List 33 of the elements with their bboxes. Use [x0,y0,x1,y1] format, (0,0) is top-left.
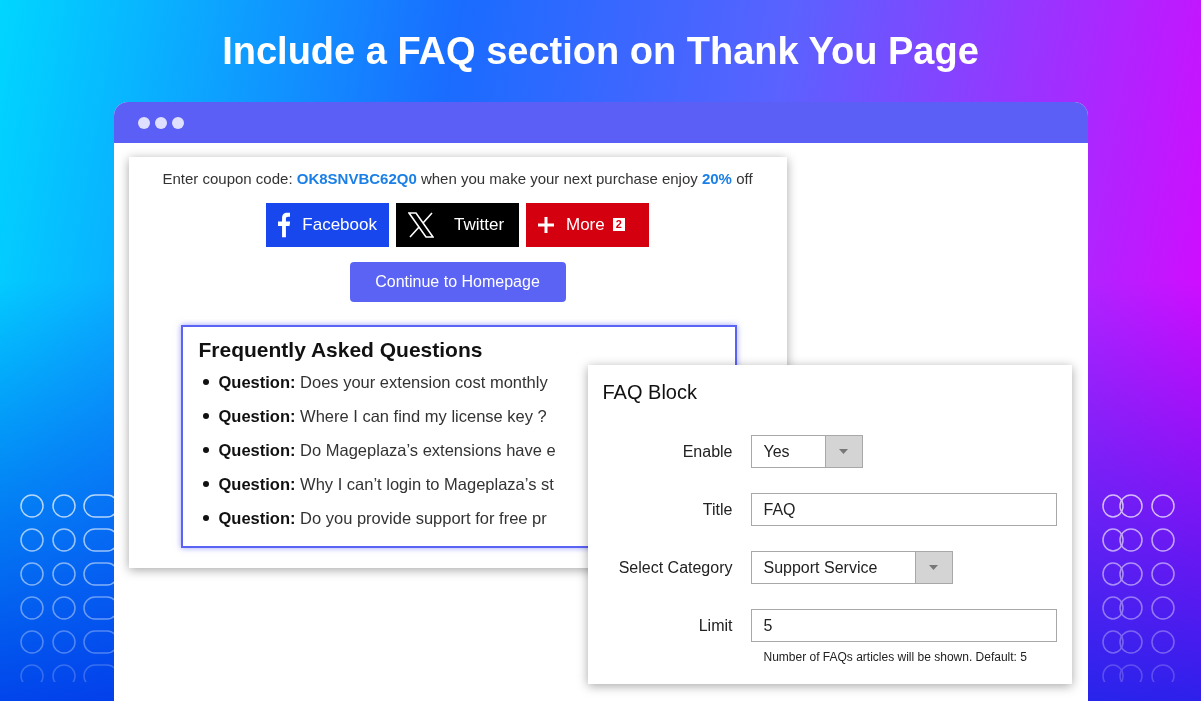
panel-title: FAQ Block [602,380,698,405]
field-hint: Number of FAQs articles will be shown. Default: 5 [763,649,1028,666]
faq-question: Question: Do Mageplaza’s extensions have e [218,439,556,461]
continue-button[interactable]: Continue to Homepage [349,261,566,302]
dropdown-arrow-icon [839,449,848,454]
faq-question: Question: Why I can’t login to Mageplaza’s st [218,473,554,495]
bullet-icon [202,446,209,453]
faq-heading: Frequently Asked Questions [198,336,484,363]
bullet-icon [202,514,209,521]
plus-icon [538,216,554,233]
headline: Include a FAQ section on Thank You Page [222,30,979,72]
input-field[interactable]: 5 [750,609,1057,642]
select-field[interactable]: Yes [750,435,863,468]
bullet-icon [202,378,209,385]
select-field[interactable]: Support Service [750,551,953,584]
faq-question: Question: Does your extension cost monthly [218,371,548,393]
count-badge: 2 [612,218,625,231]
field-label: Title [701,499,733,520]
x-icon [408,211,434,238]
bullet-icon [202,480,209,487]
share-button[interactable]: Twitter [396,202,519,247]
input-field[interactable]: FAQ [750,493,1057,526]
bullet-icon [202,412,209,419]
field-label: Enable [681,441,733,462]
faq-question: Question: Where I can find my license key ? [218,405,547,427]
field-label: Select Category [617,557,733,578]
share-button[interactable]: More 2 [526,202,649,247]
field-label: Limit [697,615,733,636]
facebook-icon [278,210,291,239]
dropdown-arrow-icon [929,565,938,570]
share-button[interactable]: Facebook [266,202,389,247]
coupon-text: Enter coupon code: OK8SNVBC62Q0 when you make your next purchase enjoy 20% off [162,169,753,189]
faq-question: Question: Do you provide support for free pr [218,507,547,529]
